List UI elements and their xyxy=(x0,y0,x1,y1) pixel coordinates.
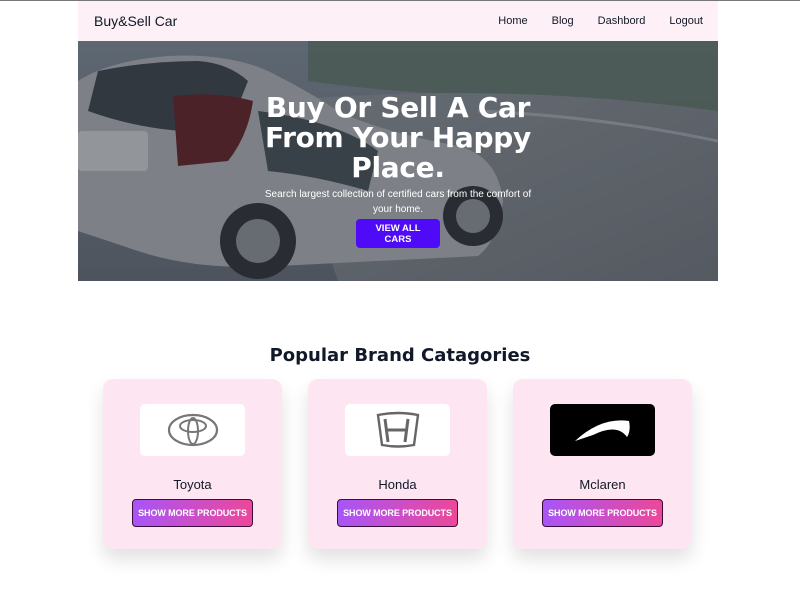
hero-banner: Buy Or Sell A Car From Your Happy Place.… xyxy=(78,41,718,281)
show-more-products-button[interactable]: SHOW MORE PRODUCTS xyxy=(132,499,253,527)
toyota-logo-icon xyxy=(167,413,218,447)
honda-logo xyxy=(345,404,450,456)
nav-blog-link[interactable]: Blog xyxy=(552,15,574,27)
brand-card-mclaren: Mclaren SHOW MORE PRODUCTS xyxy=(513,379,692,549)
nav-logout-link[interactable]: Logout xyxy=(669,15,703,27)
nav-links: Home Blog Dashbord Logout xyxy=(498,15,703,27)
brand-name: Toyota xyxy=(173,477,212,492)
show-more-products-button[interactable]: SHOW MORE PRODUCTS xyxy=(542,499,663,527)
section-title: Popular Brand Catagories xyxy=(269,344,531,366)
brand-name: Honda xyxy=(378,477,417,492)
mclaren-logo xyxy=(550,404,655,456)
brand-card-toyota: Toyota SHOW MORE PRODUCTS xyxy=(103,379,282,549)
brand-card-honda: Honda SHOW MORE PRODUCTS xyxy=(308,379,487,549)
nav-dashboard-link[interactable]: Dashbord xyxy=(598,15,646,27)
navbar: Buy&Sell Car Home Blog Dashbord Logout xyxy=(78,1,718,41)
mclaren-logo-icon xyxy=(574,420,630,441)
view-all-cars-button[interactable]: VIEW ALL CARS xyxy=(356,219,440,248)
hero-title: Buy Or Sell A Car From Your Happy Place. xyxy=(265,90,531,184)
show-more-products-button[interactable]: SHOW MORE PRODUCTS xyxy=(337,499,458,527)
honda-logo-icon xyxy=(376,411,419,448)
nav-home-link[interactable]: Home xyxy=(498,15,527,27)
brand-logo-text[interactable]: Buy&Sell Car xyxy=(94,13,177,29)
brand-name: Mclaren xyxy=(579,477,626,492)
toyota-logo xyxy=(140,404,245,456)
hero-subtitle: Search largest collection of certified c… xyxy=(264,189,532,215)
